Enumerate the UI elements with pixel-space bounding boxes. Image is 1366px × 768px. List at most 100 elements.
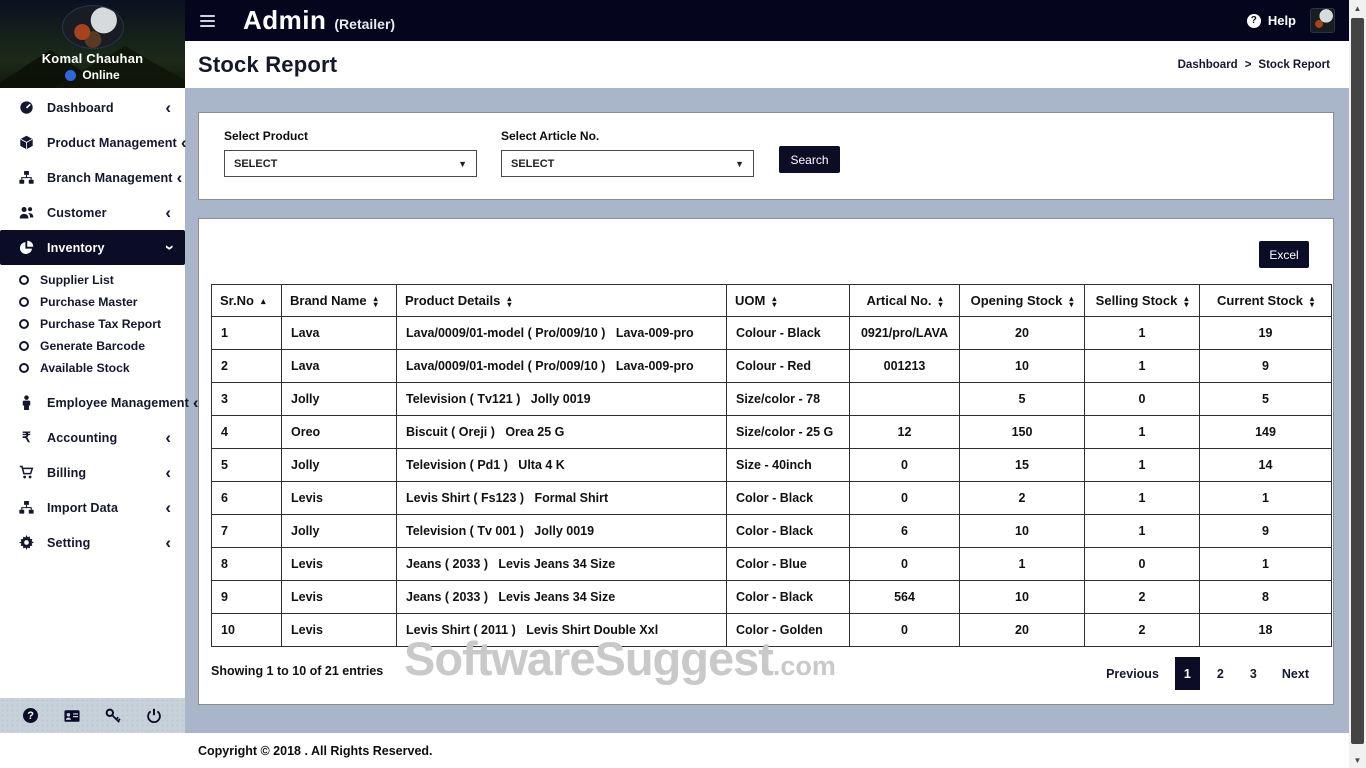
cell-sr-no: 2 — [212, 350, 282, 383]
avatar[interactable] — [62, 5, 124, 49]
table-row: 9LevisJeans ( 2033 ) Levis Jeans 34 Size… — [212, 581, 1332, 614]
sidebar-subitem-supplier-list[interactable]: Supplier List — [0, 269, 185, 291]
column-header-artical-no[interactable]: Artical No.▴▾ — [850, 285, 960, 317]
sidebar-subitem-purchase-tax-report[interactable]: Purchase Tax Report — [0, 313, 185, 335]
branch-icon — [18, 170, 35, 186]
app-title: Admin — [243, 5, 326, 36]
sidebar-item-import-data[interactable]: Import Data‹ — [0, 490, 185, 525]
sidebar-item-label: Billing — [47, 466, 161, 480]
excel-export-button[interactable]: Excel — [1259, 241, 1309, 268]
cell-opening-stock: 20 — [960, 614, 1085, 647]
filter-card: Select Product SELECT ▼ Select Article N… — [198, 112, 1334, 200]
pagination: Previous 123 Next — [1106, 657, 1309, 690]
cell-current-stock: 9 — [1200, 350, 1332, 383]
topbar-avatar[interactable] — [1310, 8, 1335, 33]
cell-current-stock: 1 — [1200, 482, 1332, 515]
column-header-sr-no[interactable]: Sr.No▴ — [212, 285, 282, 317]
cell-selling-stock: 0 — [1085, 548, 1200, 581]
breadcrumb-separator: > — [1245, 59, 1252, 71]
article-select[interactable]: SELECT ▼ — [501, 150, 754, 177]
sidebar-item-label: Dashboard — [47, 101, 161, 115]
cell-uom: Colour - Black — [727, 317, 850, 350]
sidebar-item-inventory[interactable]: Inventory‹ — [0, 230, 185, 265]
column-header-product-details[interactable]: Product Details▴▾ — [397, 285, 727, 317]
cell-product-details: Biscuit ( Oreji ) Orea 25 G — [397, 416, 727, 449]
sidebar-item-dashboard[interactable]: Dashboard ‹ — [0, 90, 185, 125]
sidebar-item-label: Accounting — [47, 431, 161, 445]
hamburger-menu-icon[interactable] — [200, 15, 215, 27]
profile-status-label: Online — [82, 68, 119, 82]
gear-icon — [18, 535, 35, 551]
table-row: 7JollyTelevision ( Tv 001 ) Jolly 0019Co… — [212, 515, 1332, 548]
search-button[interactable]: Search — [779, 146, 840, 173]
cell-product-details: Jeans ( 2033 ) Levis Jeans 34 Size — [397, 581, 727, 614]
sidebar-subitem-label: Purchase Tax Report — [40, 317, 161, 331]
chevron-left-icon: ‹ — [165, 99, 171, 116]
cell-artical-no: 564 — [850, 581, 960, 614]
table-row: 4OreoBiscuit ( Oreji ) Orea 25 GSize/col… — [212, 416, 1332, 449]
pagination-next[interactable]: Next — [1282, 667, 1309, 681]
sidebar-subitem-generate-barcode[interactable]: Generate Barcode — [0, 335, 185, 357]
scrollbar-up-arrow-icon[interactable]: ▲ — [1349, 0, 1366, 16]
pagination-page-3[interactable]: 3 — [1241, 657, 1266, 690]
employee-icon — [18, 395, 35, 411]
scrollbar-down-arrow-icon[interactable]: ▼ — [1349, 752, 1366, 768]
cell-product-details: Lava/0009/01-model ( Pro/009/10 ) Lava-0… — [397, 350, 727, 383]
column-header-current-stock[interactable]: Current Stock▴▾ — [1200, 285, 1332, 317]
power-icon[interactable] — [145, 707, 163, 725]
sidebar-subitem-label: Purchase Master — [40, 295, 138, 309]
column-header-uom[interactable]: UOM▴▾ — [727, 285, 850, 317]
breadcrumb-current: Stock Report — [1258, 59, 1330, 71]
sidebar-item-product-management[interactable]: Product Management‹ — [0, 125, 185, 160]
showing-entries-text: Showing 1 to 10 of 21 entries — [211, 664, 383, 678]
content-area: Select Product SELECT ▼ Select Article N… — [185, 88, 1349, 733]
cell-product-details: Jeans ( 2033 ) Levis Jeans 34 Size — [397, 548, 727, 581]
pagination-previous[interactable]: Previous — [1106, 667, 1159, 681]
breadcrumb-dashboard[interactable]: Dashboard — [1178, 59, 1238, 71]
sidebar-item-billing[interactable]: Billing‹ — [0, 455, 185, 490]
help-icon[interactable]: ? — [22, 707, 40, 725]
pagination-page-2[interactable]: 2 — [1208, 657, 1233, 690]
cell-selling-stock: 1 — [1085, 416, 1200, 449]
cell-selling-stock: 0 — [1085, 383, 1200, 416]
cell-artical-no: 001213 — [850, 350, 960, 383]
cell-uom: Colour - Red — [727, 350, 850, 383]
sidebar-subitem-purchase-master[interactable]: Purchase Master — [0, 291, 185, 313]
sidebar-item-employee-management[interactable]: Employee Management‹ — [0, 385, 185, 420]
scrollbar-thumb[interactable] — [1351, 18, 1364, 744]
chevron-down-icon: ▼ — [735, 159, 744, 169]
id-card-icon[interactable] — [63, 707, 81, 725]
table-row: 1LavaLava/0009/01-model ( Pro/009/10 ) L… — [212, 317, 1332, 350]
sort-icon: ▴▾ — [1069, 296, 1073, 308]
cell-artical-no: 0 — [850, 548, 960, 581]
help-button[interactable]: ? Help — [1247, 13, 1296, 28]
sidebar-item-accounting[interactable]: ₹Accounting‹ — [0, 420, 185, 455]
cell-opening-stock: 10 — [960, 515, 1085, 548]
cell-sr-no: 7 — [212, 515, 282, 548]
inventory-icon — [18, 240, 35, 256]
cell-sr-no: 5 — [212, 449, 282, 482]
pagination-pages: 123 — [1175, 657, 1266, 690]
sidebar-item-setting[interactable]: Setting‹ — [0, 525, 185, 560]
sidebar-subitem-available-stock[interactable]: Available Stock — [0, 357, 185, 379]
profile-panel: Komal Chauhan Online — [0, 0, 185, 88]
sidebar-item-customer[interactable]: Customer‹ — [0, 195, 185, 230]
window-scrollbar[interactable]: ▲ ▼ — [1349, 0, 1366, 768]
sidebar-item-branch-management[interactable]: Branch Management‹ — [0, 160, 185, 195]
cell-brand-name: Oreo — [282, 416, 397, 449]
inventory-submenu: Supplier List Purchase Master Purchase Tax… — [0, 265, 185, 385]
column-header-label: Sr.No — [220, 293, 254, 308]
column-header-brand-name[interactable]: Brand Name▴▾ — [282, 285, 397, 317]
key-icon[interactable] — [104, 707, 122, 725]
customer-icon — [18, 205, 35, 221]
page-title: Stock Report — [198, 52, 337, 78]
column-header-selling-stock[interactable]: Selling Stock▴▾ — [1085, 285, 1200, 317]
table-row: 8LevisJeans ( 2033 ) Levis Jeans 34 Size… — [212, 548, 1332, 581]
column-header-opening-stock[interactable]: Opening Stock▴▾ — [960, 285, 1085, 317]
pagination-page-1[interactable]: 1 — [1175, 657, 1200, 690]
cell-opening-stock: 5 — [960, 383, 1085, 416]
rupee-icon: ₹ — [18, 430, 35, 446]
cell-sr-no: 8 — [212, 548, 282, 581]
product-select[interactable]: SELECT ▼ — [224, 150, 477, 177]
cell-sr-no: 6 — [212, 482, 282, 515]
